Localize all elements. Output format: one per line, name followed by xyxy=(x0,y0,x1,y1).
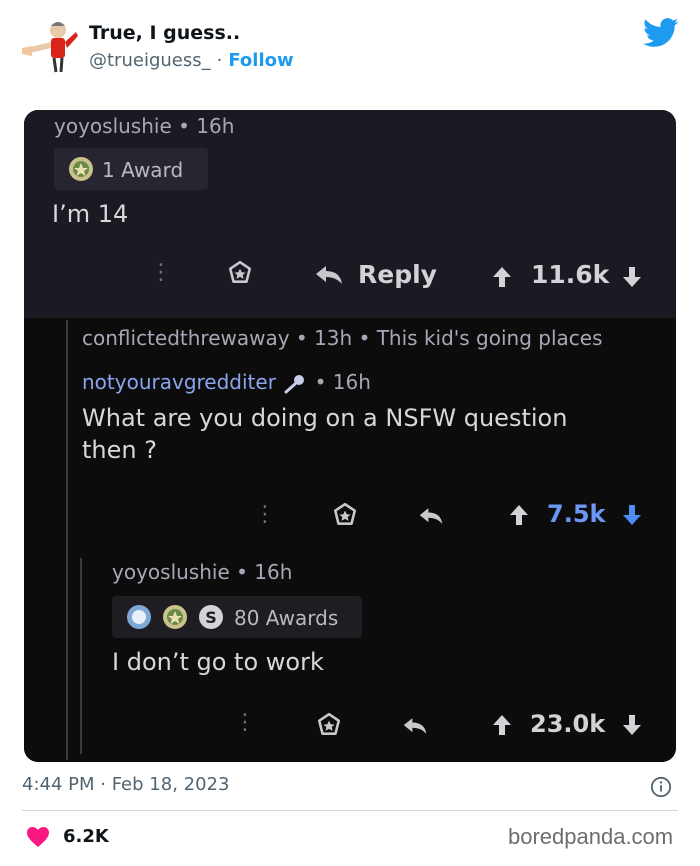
downvote-icon-active[interactable] xyxy=(622,504,642,526)
comment-1-meta: yoyoslushie • 16h xyxy=(54,114,234,138)
tweet-header: True, I guess.. @trueiguess_ · Follow xyxy=(0,0,700,100)
comment-2-score: 7.5k xyxy=(547,500,606,528)
award-icon[interactable] xyxy=(316,712,342,738)
comment-3-awards: S 80 Awards xyxy=(112,596,362,638)
more-options-icon[interactable]: ⋮ xyxy=(234,710,256,735)
downvote-icon[interactable] xyxy=(622,266,642,288)
comment-3-username: yoyoslushie xyxy=(112,560,230,584)
award-icon[interactable] xyxy=(227,260,253,286)
author-handle[interactable]: @trueiguess_ xyxy=(89,50,211,71)
comment-1-awards: 1 Award xyxy=(54,148,208,190)
divider xyxy=(22,810,678,811)
upvote-icon[interactable] xyxy=(492,714,512,736)
award-badge-icon xyxy=(127,605,151,629)
silver-award-icon: S xyxy=(199,605,223,629)
thread-line[interactable] xyxy=(66,320,68,760)
microphone-flair-icon xyxy=(284,374,305,393)
nested-thread-line[interactable] xyxy=(80,558,82,754)
comment-1-score: 11.6k xyxy=(531,260,610,289)
comment-3-body: I don’t go to work xyxy=(112,648,324,676)
info-icon[interactable] xyxy=(650,776,672,798)
tweet-timestamp[interactable]: 4:44 PM · Feb 18, 2023 xyxy=(22,774,229,795)
twitter-bird-icon[interactable] xyxy=(643,18,679,48)
comment-1-username: yoyoslushie xyxy=(54,114,172,138)
separator: · xyxy=(216,50,223,71)
comment-2-header: conflictedthrewaway • 13h • This kid's g… xyxy=(82,326,603,350)
more-options-icon[interactable]: ⋮ xyxy=(254,502,276,527)
watermark: boredpanda.com xyxy=(508,824,674,849)
author-handle-row: @trueiguess_ · Follow xyxy=(89,50,294,71)
comment-3-time: • 16h xyxy=(236,560,293,584)
reply-icon[interactable] xyxy=(418,506,444,526)
follow-button[interactable]: Follow xyxy=(228,50,293,71)
like-count[interactable]: 6.2K xyxy=(63,826,109,847)
more-options-icon[interactable]: ⋮ xyxy=(150,260,172,285)
award-badge-icon xyxy=(69,157,93,181)
comment-3-meta: yoyoslushie • 16h xyxy=(112,560,292,584)
award-icon[interactable] xyxy=(332,502,358,528)
author-name[interactable]: True, I guess.. xyxy=(89,22,240,44)
svg-text:S: S xyxy=(205,608,217,627)
comment-2-meta: notyouravgredditer • 16h xyxy=(82,370,371,394)
reply-icon[interactable] xyxy=(402,716,428,736)
comment-2-body-line2: then ? xyxy=(82,436,157,464)
comment-3-score: 23.0k xyxy=(530,710,606,738)
avatar[interactable] xyxy=(20,18,80,74)
comment-2-body-line1: What are you doing on a NSFW question xyxy=(82,404,568,432)
heart-icon[interactable] xyxy=(26,826,50,848)
upvote-icon[interactable] xyxy=(492,266,512,288)
downvote-icon[interactable] xyxy=(622,714,642,736)
comment-2-time: • 16h xyxy=(314,370,371,394)
comment-2-username: notyouravgredditer xyxy=(82,370,276,394)
reply-icon[interactable] xyxy=(314,264,344,286)
award-badge-icon xyxy=(163,605,187,629)
comment-1-award-count: 1 Award xyxy=(102,158,184,182)
comment-1-time: • 16h xyxy=(178,114,235,138)
reply-button[interactable]: Reply xyxy=(358,260,437,289)
comment-1-body: I’m 14 xyxy=(52,200,129,228)
comment-3-award-count: 80 Awards xyxy=(234,606,339,630)
upvote-icon[interactable] xyxy=(509,504,529,526)
embedded-screenshot[interactable]: yoyoslushie • 16h 1 Award I’m 14 ⋮ Reply… xyxy=(24,110,676,762)
